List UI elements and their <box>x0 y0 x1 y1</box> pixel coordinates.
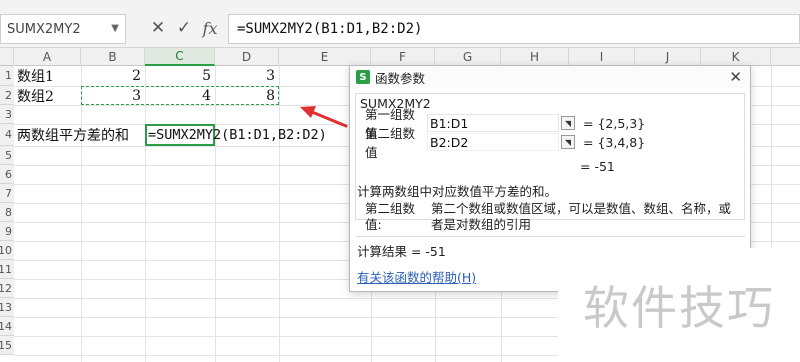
column-header-c[interactable]: C <box>145 48 215 66</box>
formula-bar: SUMX2MY2 ▼ ✕ ✓ fx =SUMX2MY2(B1:D1,B2:D2) <box>0 0 800 48</box>
formula-text: =SUMX2MY2(B1:D1,B2:D2) <box>237 21 423 37</box>
cell-c1[interactable]: 5 <box>145 66 215 86</box>
column-header-i[interactable]: I <box>569 48 635 66</box>
row-header-13[interactable]: 13 <box>0 298 14 317</box>
collapse-dialog-icon[interactable]: ◥ <box>561 116 575 130</box>
column-header-g[interactable]: G <box>435 48 501 66</box>
argument-row-2: 第二组数值 B2:D2 ◥ = {3,4,8} <box>365 126 646 160</box>
insert-function-icon[interactable]: fx <box>198 14 222 42</box>
cell-a4[interactable]: 两数组平方差的和 <box>14 125 145 145</box>
column-header-a[interactable]: A <box>14 48 81 66</box>
column-header-j[interactable]: J <box>635 48 701 66</box>
parameter-help: 第二组数值: 第二个数组或数值区域，可以是数值、数组、名称，或者是对数组的引用 <box>365 201 745 233</box>
cell-c4-formula: =SUMX2MY2(B1:D1,B2:D2) <box>148 127 327 143</box>
row-header-9[interactable]: 9 <box>0 222 14 241</box>
argument-result-1: = {2,5,3} <box>583 115 646 131</box>
row-header-7[interactable]: 7 <box>0 184 14 203</box>
watermark-text: 软件技巧 <box>583 281 775 335</box>
cell-b1[interactable]: 2 <box>81 66 145 86</box>
close-icon[interactable]: ✕ <box>729 68 742 86</box>
parameter-help-text: 第二个数组或数值区域，可以是数值、数组、名称，或者是对数组的引用 <box>431 201 732 232</box>
row-header-3[interactable]: 3 <box>0 105 14 124</box>
name-box[interactable]: SUMX2MY2 ▼ <box>0 14 126 44</box>
cell-d1[interactable]: 3 <box>215 66 279 86</box>
row-header-2[interactable]: 2 <box>0 86 14 105</box>
function-help-link[interactable]: 有关该函数的帮助(H) <box>357 267 476 286</box>
column-header-h[interactable]: H <box>501 48 569 66</box>
column-header-bar: A B C D E F G H I J K <box>0 48 800 66</box>
dialog-title-bar: S 函数参数 ✕ <box>350 66 750 88</box>
cell-a1[interactable]: 数组1 <box>14 66 81 86</box>
selected-range-marquee <box>81 86 279 105</box>
row-header-5[interactable]: 5 <box>0 146 14 165</box>
select-all-corner[interactable] <box>0 48 14 66</box>
column-header-k[interactable]: K <box>701 48 771 66</box>
column-header-d[interactable]: D <box>215 48 279 66</box>
confirm-formula-icon[interactable]: ✓ <box>172 14 196 42</box>
row-header-8[interactable]: 8 <box>0 203 14 222</box>
argument-input-2[interactable]: B2:D2 <box>427 133 559 151</box>
divider <box>355 236 745 237</box>
formula-input[interactable]: =SUMX2MY2(B1:D1,B2:D2) <box>228 14 800 44</box>
dialog-title: 函数参数 <box>375 70 426 86</box>
row-header-6[interactable]: 6 <box>0 165 14 184</box>
chevron-down-icon[interactable]: ▼ <box>111 23 119 34</box>
row-header-15[interactable]: 15 <box>0 336 14 355</box>
cell-a2[interactable]: 数组2 <box>14 86 81 106</box>
argument-label-2: 第二组数值 <box>365 126 416 160</box>
cancel-formula-icon[interactable]: ✕ <box>146 14 170 42</box>
app-logo-icon: S <box>356 70 370 84</box>
argument-input-1[interactable]: B1:D1 <box>427 114 559 132</box>
row-header-4[interactable]: 4 <box>0 124 14 146</box>
argument-result-2: = {3,4,8} <box>583 134 646 150</box>
column-header-f[interactable]: F <box>371 48 435 66</box>
name-box-value: SUMX2MY2 <box>7 21 81 37</box>
watermark: 软件技巧 <box>558 248 800 362</box>
function-description: 计算两数组中对应数值平方差的和。 <box>357 184 558 199</box>
collapse-dialog-icon[interactable]: ◥ <box>561 135 575 149</box>
row-header-11[interactable]: 11 <box>0 260 14 279</box>
column-header-b[interactable]: B <box>81 48 145 66</box>
row-header-14[interactable]: 14 <box>0 317 14 336</box>
parameter-help-name: 第二组数值: <box>365 201 416 232</box>
row-header-10[interactable]: 10 <box>0 241 14 260</box>
calculation-result: 计算结果 = -51 <box>357 244 446 259</box>
row-header-12[interactable]: 12 <box>0 279 14 298</box>
formula-result: = -51 <box>580 159 615 174</box>
row-header-1[interactable]: 1 <box>0 66 14 86</box>
column-header-e[interactable]: E <box>279 48 371 66</box>
